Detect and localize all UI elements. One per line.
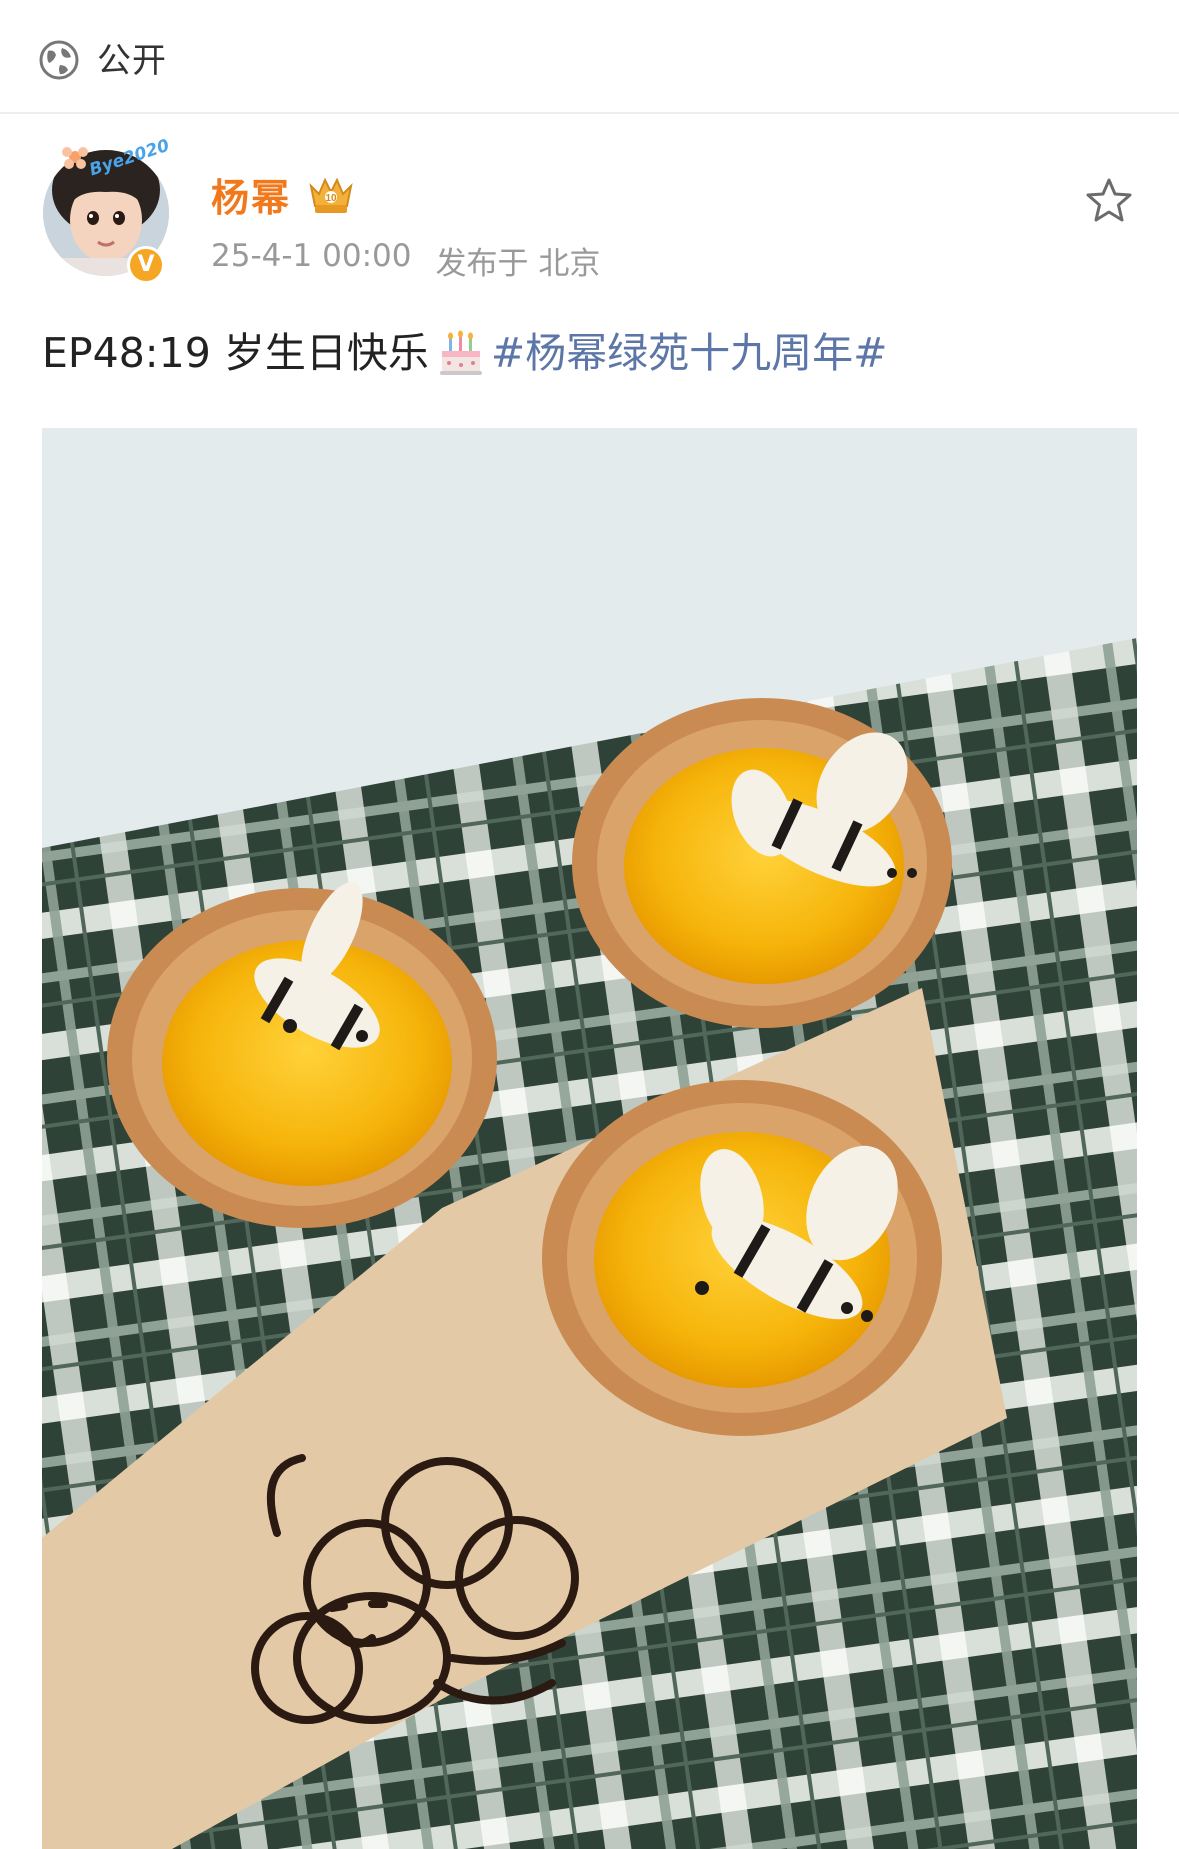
- crown-badge-icon: 10: [309, 177, 353, 213]
- post-meta: 25-4-1 00:00 发布于 北京: [211, 238, 600, 283]
- author-name-row: 杨幂 10: [211, 170, 357, 220]
- post-text-main: EP48:19 岁生日快乐: [42, 329, 429, 377]
- post-location: 发布于 北京: [435, 246, 601, 282]
- author-avatar[interactable]: Bye2020 V: [40, 136, 180, 290]
- photo-bee-tarts[interactable]: [42, 428, 1137, 1849]
- visibility-label: 公开: [97, 41, 167, 81]
- author-name[interactable]: 杨幂: [211, 167, 291, 222]
- star-outline-icon[interactable]: [1083, 175, 1135, 227]
- verified-badge: V: [127, 246, 165, 284]
- globe-icon: [39, 40, 79, 80]
- post-hashtag[interactable]: #杨幂绿苑十九周年#: [491, 325, 888, 381]
- post-text: EP48:19 岁生日快乐 #杨幂绿苑十九周年#: [42, 325, 888, 381]
- weibo-post-page: 公开 Bye2020 V 杨幂 10 25-4-1 00:00 发布于 北京 E…: [0, 0, 1179, 1849]
- post-time: 25-4-1 00:00: [211, 238, 412, 274]
- flower-decoration-icon: [62, 147, 88, 169]
- svg-text:10: 10: [325, 193, 337, 204]
- visibility-bar[interactable]: 公开: [0, 0, 1179, 114]
- cake-icon: [439, 330, 482, 375]
